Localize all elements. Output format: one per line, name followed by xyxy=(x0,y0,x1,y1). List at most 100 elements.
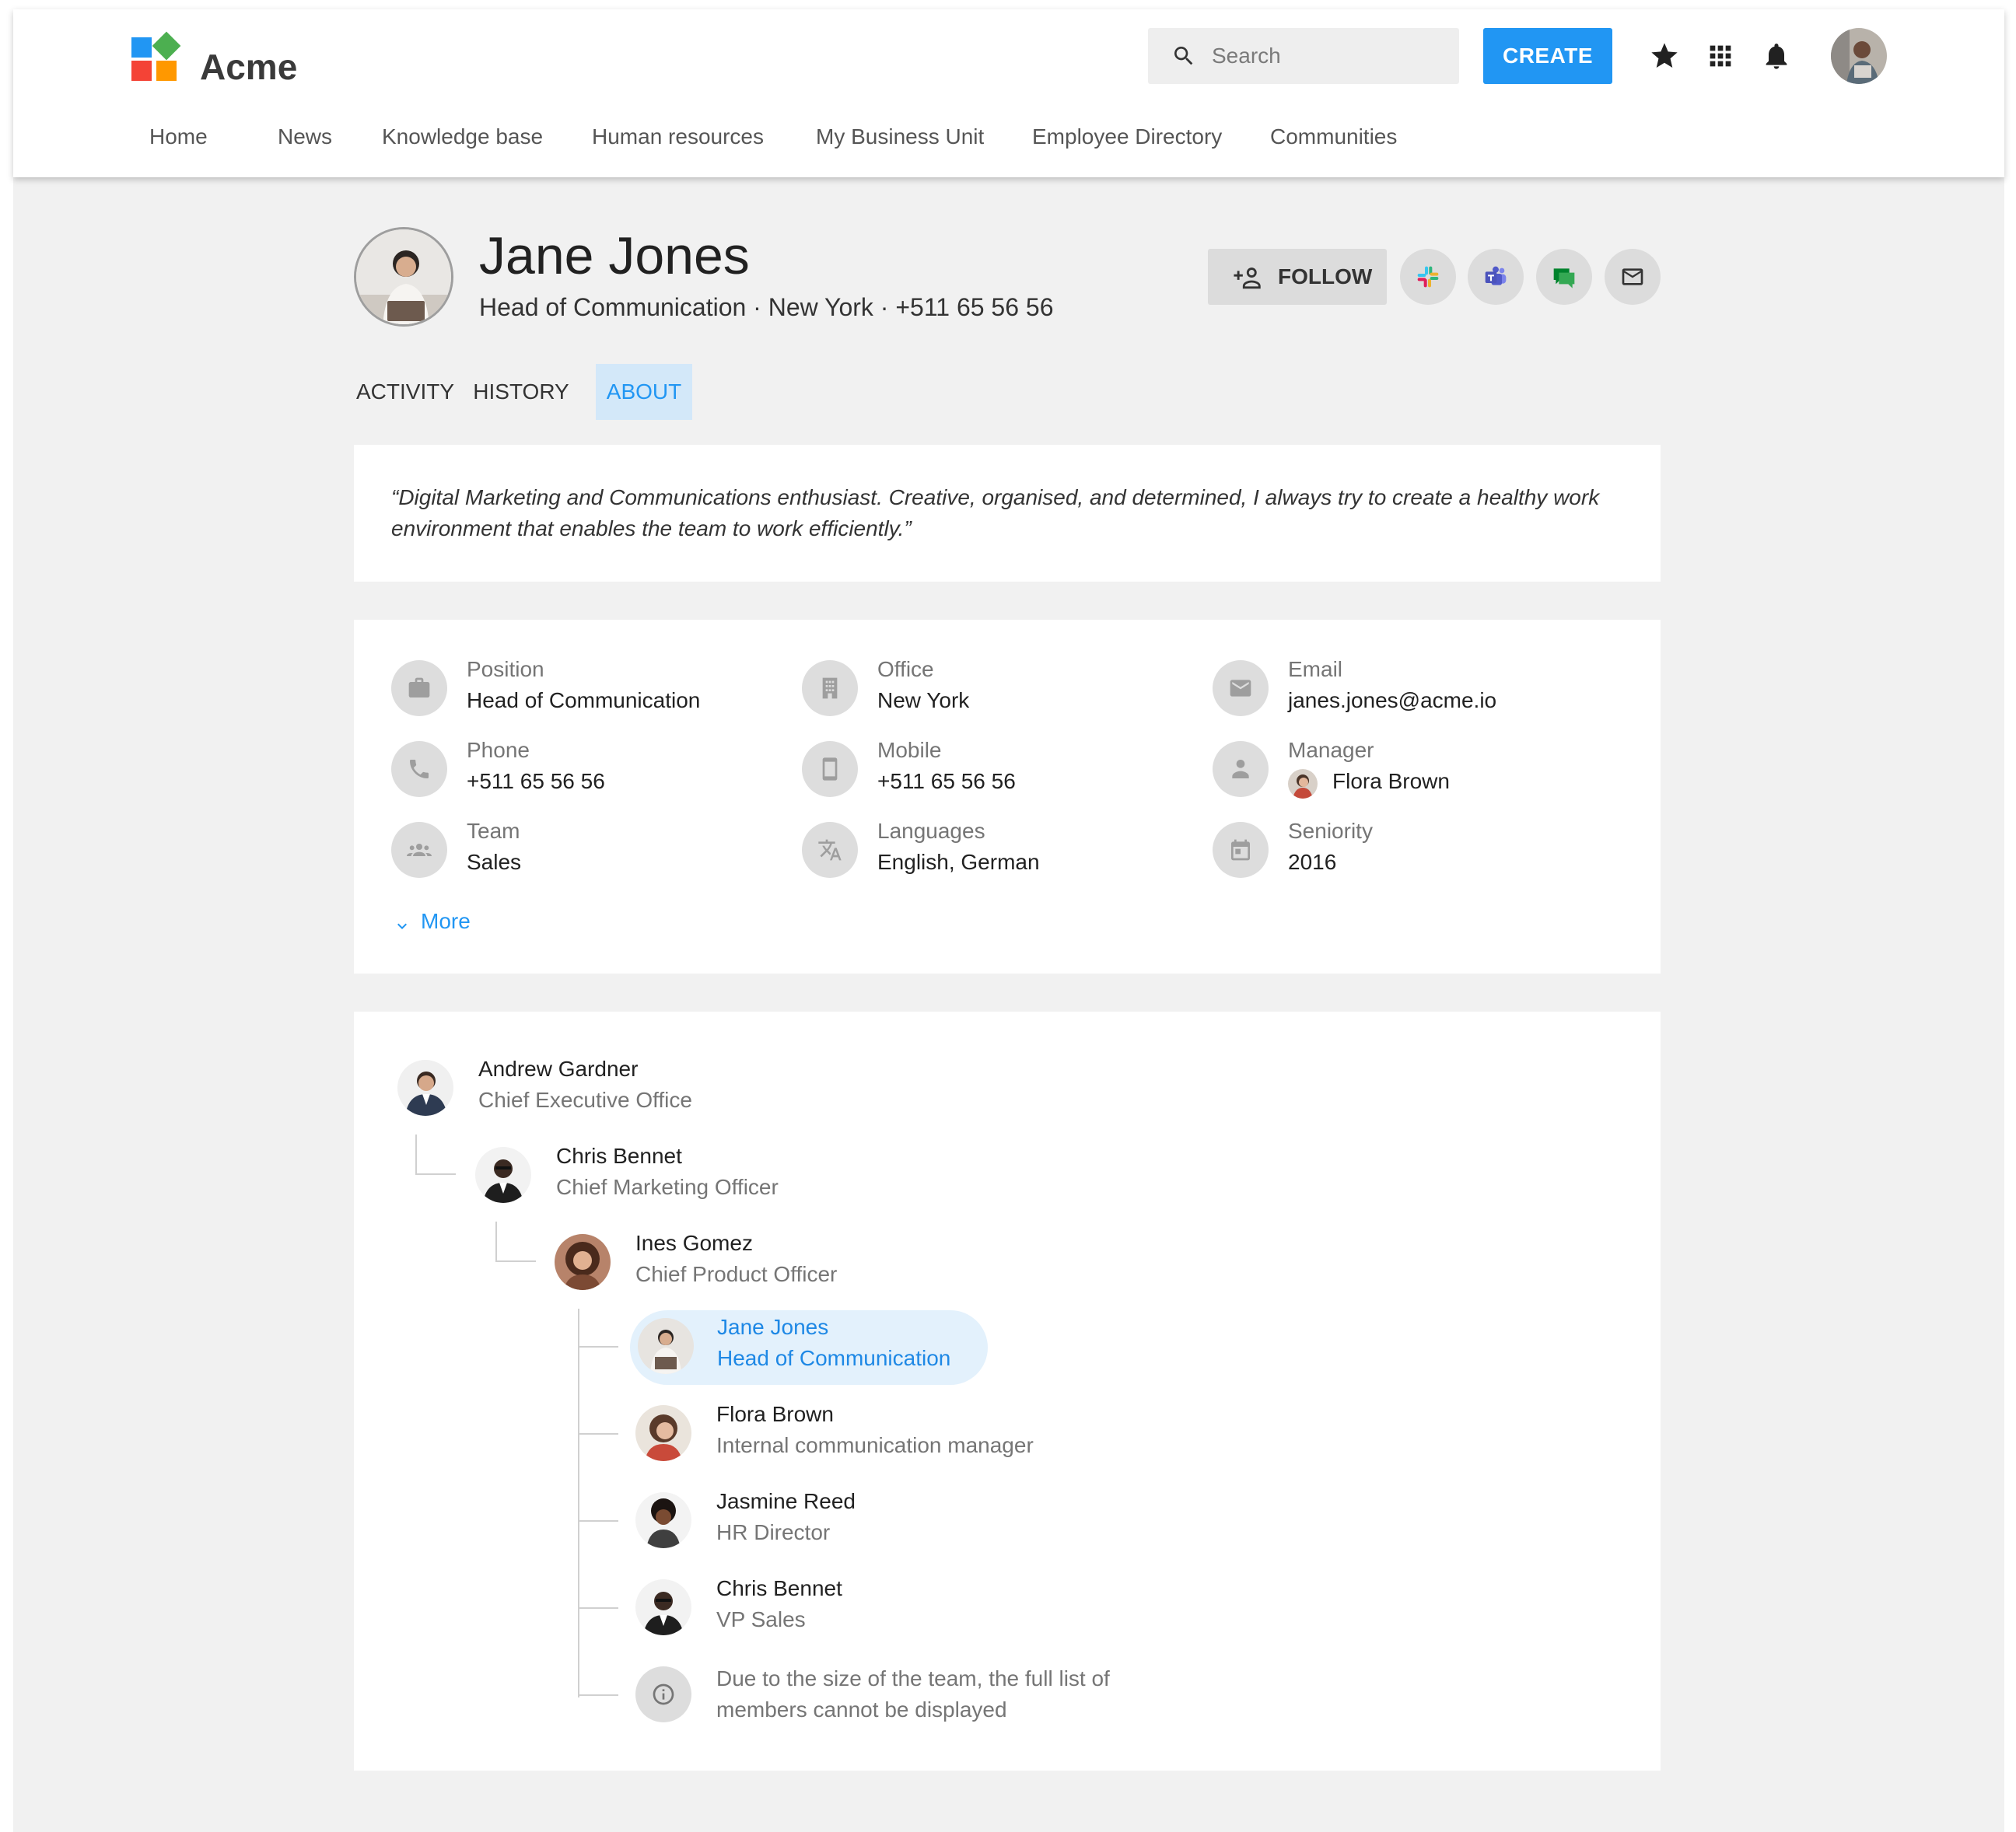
star-icon[interactable] xyxy=(1649,40,1680,72)
mobile-icon xyxy=(822,757,838,781)
acme-logo[interactable] xyxy=(130,31,194,96)
org-node[interactable]: Jasmine Reed HR Director xyxy=(635,1484,1102,1559)
field-icon-wrap xyxy=(802,660,858,716)
field-value: Sales xyxy=(467,850,522,874)
phone-icon xyxy=(410,760,429,778)
field-languages: Languages English, German xyxy=(802,819,1206,881)
avatar xyxy=(635,1579,691,1635)
logo-diamond-green xyxy=(152,31,181,61)
field-icon-wrap xyxy=(802,822,858,878)
info-icon-wrap xyxy=(635,1666,691,1722)
follow-label: FOLLOW xyxy=(1278,264,1373,288)
tree-connector xyxy=(578,1346,618,1348)
org-node[interactable]: Andrew Gardner Chief Executive Office xyxy=(397,1052,786,1127)
tree-connector xyxy=(495,1222,497,1262)
user-avatar[interactable] xyxy=(1831,28,1887,84)
follow-button[interactable]: FOLLOW xyxy=(1208,249,1387,305)
briefcase-icon xyxy=(408,677,430,697)
field-value: New York xyxy=(877,688,970,712)
brand-name[interactable]: Acme xyxy=(200,33,297,101)
field-manager: Manager Flora Brown xyxy=(1213,738,1617,800)
slack-button[interactable] xyxy=(1400,249,1456,305)
org-node-current[interactable]: Jane Jones Head of Communication xyxy=(630,1310,988,1385)
logo-square-red xyxy=(131,61,152,81)
calendar-icon xyxy=(1231,839,1250,861)
about-quote: “Digital Marketing and Communications en… xyxy=(391,485,1600,540)
org-role: VP Sales xyxy=(716,1607,806,1631)
tree-connector xyxy=(578,1433,618,1435)
org-role: Chief Marketing Officer xyxy=(556,1175,779,1199)
profile-name: Jane Jones xyxy=(479,226,750,285)
more-label: More xyxy=(421,909,471,933)
search-box[interactable] xyxy=(1148,28,1459,84)
about-quote-card: “Digital Marketing and Communications en… xyxy=(354,445,1661,582)
teams-button[interactable] xyxy=(1468,249,1524,305)
field-mobile: Mobile +511 65 56 56 xyxy=(802,738,1206,800)
org-name: Flora Brown xyxy=(716,1402,834,1426)
translate-icon xyxy=(818,839,842,861)
nav-knowledge-base[interactable]: Knowledge base xyxy=(382,124,543,149)
profile-subtitle: Head of Communication · New York · +511 … xyxy=(479,293,1054,321)
org-node[interactable]: Flora Brown Internal communication manag… xyxy=(635,1397,1102,1472)
bell-icon[interactable] xyxy=(1761,40,1792,72)
field-label: Mobile xyxy=(877,738,942,762)
avatar xyxy=(635,1492,691,1548)
field-label: Seniority xyxy=(1288,819,1373,843)
field-value: 2016 xyxy=(1288,850,1337,874)
org-role: Chief Executive Office xyxy=(478,1088,692,1112)
org-name: Chris Bennet xyxy=(716,1576,842,1600)
field-value: Head of Communication xyxy=(467,688,701,712)
org-name: Jasmine Reed xyxy=(716,1489,856,1513)
create-button[interactable]: CREATE xyxy=(1483,28,1612,84)
org-name: Jane Jones xyxy=(717,1315,829,1339)
org-node[interactable]: Chris Bennet VP Sales xyxy=(635,1572,1102,1646)
apps-grid-icon[interactable] xyxy=(1705,40,1736,72)
tab-activity[interactable]: ACTIVITY xyxy=(354,364,457,420)
tree-connector xyxy=(495,1260,536,1262)
manager-name[interactable]: Flora Brown xyxy=(1332,769,1450,794)
field-value[interactable]: +511 65 56 56 xyxy=(467,769,605,794)
org-chart-card: Andrew Gardner Chief Executive Office Ch… xyxy=(354,1012,1661,1771)
field-value[interactable]: +511 65 56 56 xyxy=(877,769,1016,794)
field-label: Manager xyxy=(1288,738,1374,762)
field-label: Office xyxy=(877,657,934,681)
nav-news[interactable]: News xyxy=(278,124,332,149)
search-icon xyxy=(1174,47,1193,65)
field-label: Languages xyxy=(877,819,985,843)
team-icon xyxy=(407,844,432,856)
avatar xyxy=(638,1318,694,1374)
search-input[interactable] xyxy=(1212,28,1445,84)
manager-icon xyxy=(1232,760,1249,778)
org-node[interactable]: Chris Bennet Chief Marketing Officer xyxy=(475,1139,864,1214)
teams-icon xyxy=(1485,266,1507,285)
field-email: Email janes.jones@acme.io xyxy=(1213,657,1617,719)
info-icon xyxy=(653,1683,674,1705)
org-name: Chris Bennet xyxy=(556,1144,682,1168)
org-node[interactable]: Ines Gomez Chief Product Officer xyxy=(555,1226,943,1301)
field-icon-wrap xyxy=(391,822,447,878)
field-label: Email xyxy=(1288,657,1343,681)
field-icon-wrap xyxy=(391,741,447,797)
org-role: Chief Product Officer xyxy=(635,1262,838,1286)
chat-button[interactable] xyxy=(1536,249,1592,305)
org-name: Andrew Gardner xyxy=(478,1057,639,1081)
top-header: Acme CREATE Home News Knowledge base Hum… xyxy=(13,9,2004,177)
tab-history[interactable]: HISTORY xyxy=(471,364,572,420)
nav-home[interactable]: Home xyxy=(149,124,208,149)
field-label: Position xyxy=(467,657,544,681)
chevron-down-icon xyxy=(397,923,407,929)
manager-avatar[interactable] xyxy=(1288,769,1318,799)
field-value[interactable]: janes.jones@acme.io xyxy=(1288,688,1496,713)
field-office: Office New York xyxy=(802,657,1206,719)
nav-my-business-unit[interactable]: My Business Unit xyxy=(816,124,984,149)
nav-communities[interactable]: Communities xyxy=(1270,124,1397,149)
nav-human-resources[interactable]: Human resources xyxy=(592,124,764,149)
logo-square-orange xyxy=(156,61,177,81)
org-notice-text: Due to the size of the team, the full li… xyxy=(716,1666,1110,1722)
nav-employee-directory[interactable]: Employee Directory xyxy=(1032,124,1222,149)
org-role: Internal communication manager xyxy=(716,1433,1034,1457)
field-label: Phone xyxy=(467,738,530,762)
org-role: HR Director xyxy=(716,1520,831,1544)
mail-button[interactable] xyxy=(1605,249,1661,305)
tab-about[interactable]: ABOUT xyxy=(596,364,692,420)
